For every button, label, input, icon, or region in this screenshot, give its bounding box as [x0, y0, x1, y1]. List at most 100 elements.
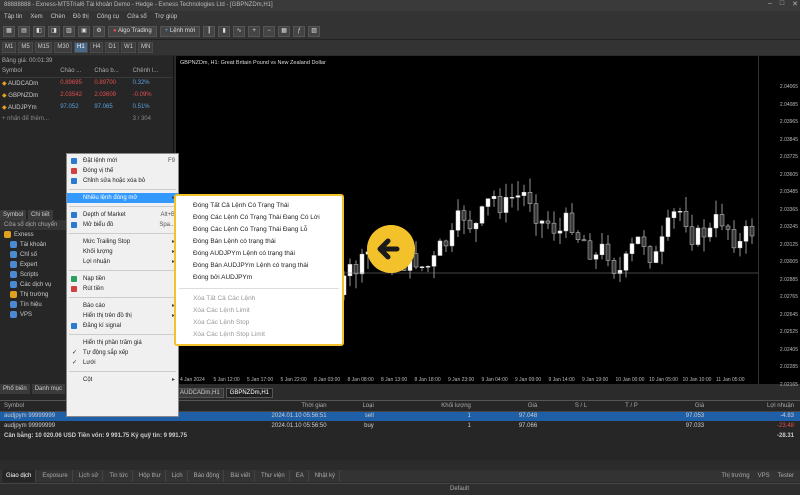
menu-item-label: Khối lượng	[83, 249, 113, 255]
col-symbol[interactable]: Symbol	[0, 66, 61, 78]
table-row[interactable]: ◆ AUDJPYm 97.052 97.065 0.51%	[0, 101, 173, 113]
col-tp[interactable]: T / P	[593, 401, 644, 412]
tester-button[interactable]: Tester	[778, 470, 794, 482]
tab-news[interactable]: Tin tức	[105, 470, 133, 482]
add-symbol-row[interactable]: + nhấn để thêm... 3 / 304	[0, 113, 173, 125]
menu-item-bulk-operations[interactable]: Nhiều lệnh đóng mở▸	[67, 193, 178, 203]
menu-item-modify[interactable]: Chỉnh sửa hoặc xóa bỏ	[67, 176, 178, 186]
tab-common[interactable]: Phổ biến	[0, 384, 30, 394]
templates-icon[interactable]: ▧	[308, 25, 321, 37]
menu-item-auto-arrange[interactable]: ✓ Tự động sắp xếp	[67, 348, 178, 358]
close-icon[interactable]: ✕	[792, 0, 798, 11]
timeframe-d1[interactable]: D1	[105, 42, 120, 53]
tab-experts[interactable]: EA	[292, 470, 309, 482]
new-chart-icon[interactable]: ▦	[3, 25, 15, 37]
submenu-close-all[interactable]: Đóng Tất Cả Lệnh Có Trạng Thái	[176, 200, 342, 212]
col-sl[interactable]: S / L	[543, 401, 594, 412]
candle-chart-icon[interactable]: ▮	[218, 25, 231, 37]
menu-item-volume[interactable]: Khối lượng▸	[67, 247, 178, 257]
new-order-button[interactable]: + Lệnh mới	[159, 25, 201, 37]
col-current-price[interactable]: Giá	[643, 401, 711, 412]
table-row[interactable]: ◆ GBPNZDm 2.03542 2.03609 -0.09%	[0, 89, 173, 101]
submenu-close-sell-audjpy[interactable]: Đóng Bán AUDJPYm Lệnh có trạng thái	[176, 260, 342, 272]
indicators-icon[interactable]: ƒ	[293, 25, 306, 37]
tab-journal[interactable]: Nhật ký	[311, 470, 341, 482]
col-volume[interactable]: Khối lượng	[379, 401, 477, 412]
table-row[interactable]: audjpym 99999999 2024.01.10 05:56:50 buy…	[0, 421, 800, 431]
tile-icon[interactable]: ▦	[278, 25, 291, 37]
timeframe-w1[interactable]: W1	[121, 42, 137, 53]
col-profit[interactable]: Lợi nhuận	[710, 401, 800, 412]
col-change[interactable]: Chênh l...	[132, 66, 173, 78]
profiles-icon[interactable]: ▤	[18, 25, 30, 37]
tab-symbols[interactable]: Symbol	[0, 210, 27, 220]
menu-item-columns[interactable]: Cột ▸	[67, 375, 178, 385]
col-price[interactable]: Giá	[476, 401, 544, 412]
zoom-out-icon[interactable]: −	[263, 25, 276, 37]
tab-calendar[interactable]: Lịch	[168, 470, 188, 482]
tab-trade[interactable]: Giao dịch	[2, 470, 37, 482]
menu-tools[interactable]: Công cụ	[97, 11, 119, 23]
menu-item-show-on-chart[interactable]: Hiển thị trên đồ thị▸	[67, 311, 178, 321]
menu-item-open-chart[interactable]: Mở biểu đồ Spa...	[67, 220, 178, 230]
tab-mailbox[interactable]: Hộp thư	[135, 470, 166, 482]
menu-help[interactable]: Trợ giúp	[155, 11, 177, 23]
data-window-icon[interactable]: ▥	[63, 25, 75, 37]
menu-window[interactable]: Cửa sổ	[127, 11, 147, 23]
terminal-icon[interactable]: ▣	[78, 25, 90, 37]
tab-exposure[interactable]: Exposure	[38, 470, 73, 482]
menu-charts[interactable]: Đồ thị	[73, 11, 89, 23]
market-watch-icon[interactable]: ◧	[33, 25, 45, 37]
tab-details[interactable]: Chi tiết	[28, 210, 53, 220]
minimize-icon[interactable]: –	[768, 0, 772, 11]
menu-item-withdraw[interactable]: Rút tiền	[67, 284, 178, 294]
maximize-icon[interactable]: □	[780, 0, 784, 11]
submenu-close-profitable[interactable]: Đóng Các Lệnh Có Trạng Thái Đang Có Lời	[176, 212, 342, 224]
col-ask[interactable]: Chào b...	[94, 66, 133, 78]
menu-item-grid[interactable]: ✓ Lưới	[67, 358, 178, 368]
submenu-close-by-audjpy[interactable]: Đóng bởi AUDJPYm	[176, 272, 342, 284]
tab-history[interactable]: Lịch sử	[75, 470, 104, 482]
menu-item-show-percent[interactable]: Hiển thị phần trăm giá	[67, 338, 178, 348]
bid-price: 97.052	[60, 104, 79, 110]
zoom-in-icon[interactable]: +	[248, 25, 261, 37]
col-bid[interactable]: Chào ...	[60, 66, 95, 78]
timeframe-h4[interactable]: H4	[89, 42, 104, 53]
submenu-close-losing[interactable]: Đóng Các Lệnh Có Trạng Thái Đang Lỗ	[176, 224, 342, 236]
timeframe-h1[interactable]: H1	[74, 42, 88, 53]
timeframe-m1[interactable]: M1	[2, 42, 17, 53]
navigator-icon[interactable]: ◨	[48, 25, 60, 37]
menu-item-new-order[interactable]: Đặt lệnh mới F9	[67, 156, 178, 166]
table-row[interactable]: ◆ AUDCADm 0.89695 0.89700 0.32%	[0, 77, 173, 89]
menu-item-profit[interactable]: Lợi nhuận▸	[67, 257, 178, 267]
line-chart-icon[interactable]: ∿	[233, 25, 246, 37]
menu-item-trailing-stop[interactable]: Mức Trailing Stop▸	[67, 237, 178, 247]
menu-file[interactable]: Tập tin	[4, 11, 22, 23]
menu-insert[interactable]: Chèn	[51, 11, 65, 23]
algo-trading-button[interactable]: ● Algo Trading	[108, 25, 157, 37]
menu-item-close-position[interactable]: Đóng vị thế	[67, 166, 178, 176]
timeframe-mn[interactable]: MN	[138, 42, 154, 53]
menu-item-deposit[interactable]: Nạp tiền	[67, 274, 178, 284]
tab-articles[interactable]: Bài viết	[226, 470, 255, 482]
col-time[interactable]: Thời gian	[166, 401, 333, 412]
vps-button[interactable]: VPS	[758, 470, 770, 482]
tab-favorites[interactable]: Danh mục	[31, 384, 66, 394]
timeframe-m30[interactable]: M30	[54, 42, 73, 53]
tester-icon[interactable]: ⚙	[93, 25, 105, 37]
menu-view[interactable]: Xem	[30, 11, 42, 23]
menu-item-reports[interactable]: Báo cáo▸	[67, 301, 178, 311]
submenu-close-audjpy[interactable]: Đóng AUDJPYm Lệnh có trạng thái	[176, 248, 342, 260]
timeframe-m15[interactable]: M15	[34, 42, 53, 53]
chart-tab-gbpnzd[interactable]: GBPNZDm,H1	[225, 388, 274, 398]
bar-chart-icon[interactable]: ┃	[203, 25, 216, 37]
timeframe-m5[interactable]: M5	[18, 42, 33, 53]
chart-tab-audcad[interactable]: AUDCADm,H1	[176, 388, 224, 398]
col-type[interactable]: Loại	[332, 401, 380, 412]
menu-item-depth-of-market[interactable]: Depth of Market Alt+B	[67, 210, 178, 220]
menu-item-subscribe-signal[interactable]: Đăng kí signal	[67, 321, 178, 331]
submenu-close-sell[interactable]: Đóng Bán Lệnh có trạng thái	[176, 236, 342, 248]
tab-library[interactable]: Thư viện	[257, 470, 290, 482]
market-button[interactable]: Thị trường	[721, 470, 749, 482]
tab-alerts[interactable]: Báo động	[190, 470, 225, 482]
